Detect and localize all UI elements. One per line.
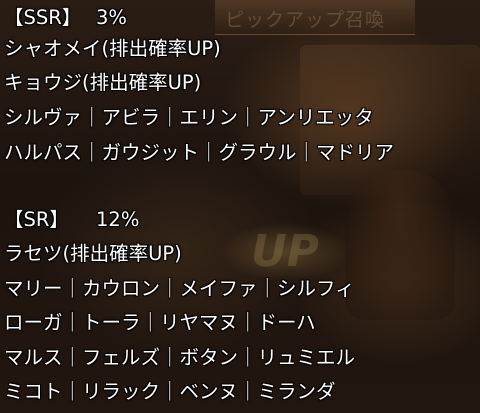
ssr-pickup-2: キョウジ(排出確率UP)	[4, 71, 202, 94]
ssr-label: 【SSR】	[4, 6, 82, 29]
sr-label: 【SR】	[4, 208, 69, 231]
ssr-header: 【SSR】 3%	[4, 4, 127, 32]
sr-roster-row-2: ローガ｜トーラ｜リヤマヌ｜ドーハ	[4, 311, 316, 334]
ssr-roster-row-1: シルヴァ｜アビラ｜エリン｜アンリエッタ	[4, 106, 374, 129]
sr-rate: 12%	[96, 208, 140, 231]
sr-roster-row-1: マリー｜カウロン｜メイファ｜シルフィ	[4, 277, 355, 300]
sr-roster-row-3: マルス｜フェルズ｜ボタン｜リュミエル	[4, 346, 356, 369]
sr-header: 【SR】 12%	[4, 206, 139, 234]
ssr-rate: 3%	[96, 6, 127, 29]
ssr-roster-row-2: ハルパス｜ガウジット｜グラウル｜マドリア	[4, 141, 395, 164]
ssr-pickup-1: シャオメイ(排出確率UP)	[4, 37, 221, 60]
sr-roster-row-4: ミコト｜リラック｜ベンヌ｜ミランダ	[4, 380, 336, 403]
sr-pickup-1: ラセツ(排出確率UP)	[4, 242, 182, 265]
rate-list: 【SSR】 3% シャオメイ(排出確率UP) キョウジ(排出確率UP) シルヴァ｜…	[0, 0, 480, 413]
